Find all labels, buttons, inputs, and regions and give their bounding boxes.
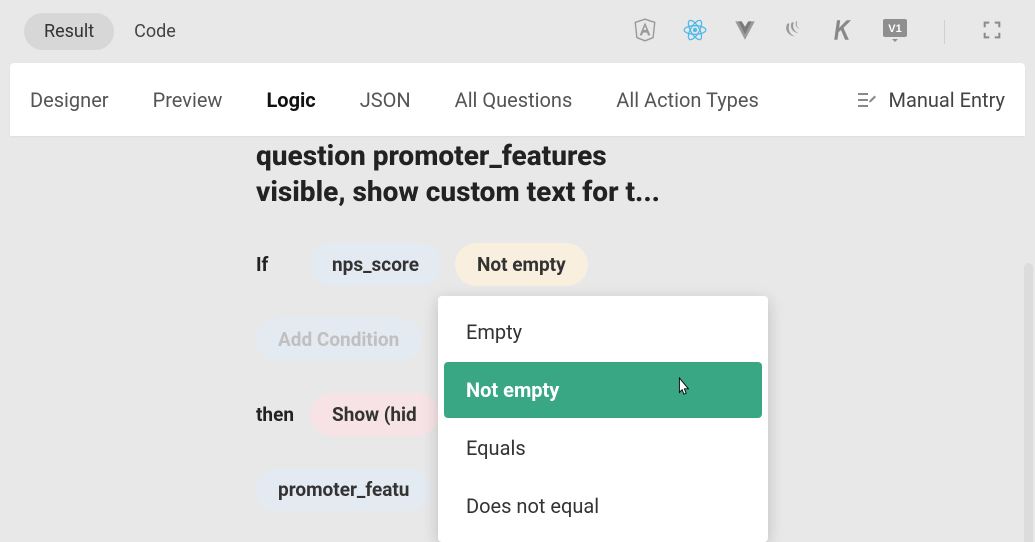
if-label: If: [256, 253, 296, 276]
divider: [944, 20, 945, 44]
then-label: then: [256, 403, 296, 426]
tab-designer[interactable]: Designer: [30, 88, 109, 112]
tab-all-questions[interactable]: All Questions: [455, 88, 573, 112]
dropdown-item-label: Not empty: [466, 378, 559, 402]
svg-text:V1: V1: [888, 23, 901, 35]
condition-variable-chip[interactable]: nps_score: [310, 243, 441, 286]
vue-icon[interactable]: [732, 17, 758, 47]
code-tab[interactable]: Code: [114, 13, 196, 50]
operator-dropdown[interactable]: Empty Not empty Equals Does not equal: [438, 296, 768, 542]
dropdown-item-not-empty[interactable]: Not empty: [444, 362, 762, 418]
rule-title-line1: question promoter_features: [256, 138, 1025, 174]
add-condition-button[interactable]: Add Condition: [256, 318, 421, 361]
v1-badge-icon[interactable]: V1: [882, 17, 908, 47]
rule-title-line2: visible, show custom text for t...: [256, 174, 1025, 210]
react-icon[interactable]: [682, 17, 708, 47]
dropdown-item-does-not-equal[interactable]: Does not equal: [444, 478, 762, 534]
dropdown-item-equals[interactable]: Equals: [444, 420, 762, 476]
expand-icon[interactable]: [981, 19, 1003, 45]
action-chip[interactable]: Show (hid: [310, 393, 439, 436]
dropdown-item-empty[interactable]: Empty: [444, 304, 762, 360]
scrollbar[interactable]: [1024, 263, 1033, 542]
jquery-icon[interactable]: [782, 17, 808, 47]
angular-icon[interactable]: [632, 17, 658, 47]
cursor-icon: [674, 376, 692, 398]
target-chip[interactable]: promoter_featu: [256, 468, 431, 511]
manual-entry-button[interactable]: Manual Entry: [855, 88, 1005, 112]
tab-json[interactable]: JSON: [360, 88, 411, 112]
tab-preview[interactable]: Preview: [153, 88, 223, 112]
k-icon[interactable]: [832, 17, 858, 47]
manual-entry-label: Manual Entry: [889, 88, 1005, 112]
tab-logic[interactable]: Logic: [266, 88, 315, 112]
tab-all-action-types[interactable]: All Action Types: [616, 88, 759, 112]
condition-operator-chip[interactable]: Not empty: [455, 243, 588, 286]
result-tab[interactable]: Result: [24, 13, 114, 50]
